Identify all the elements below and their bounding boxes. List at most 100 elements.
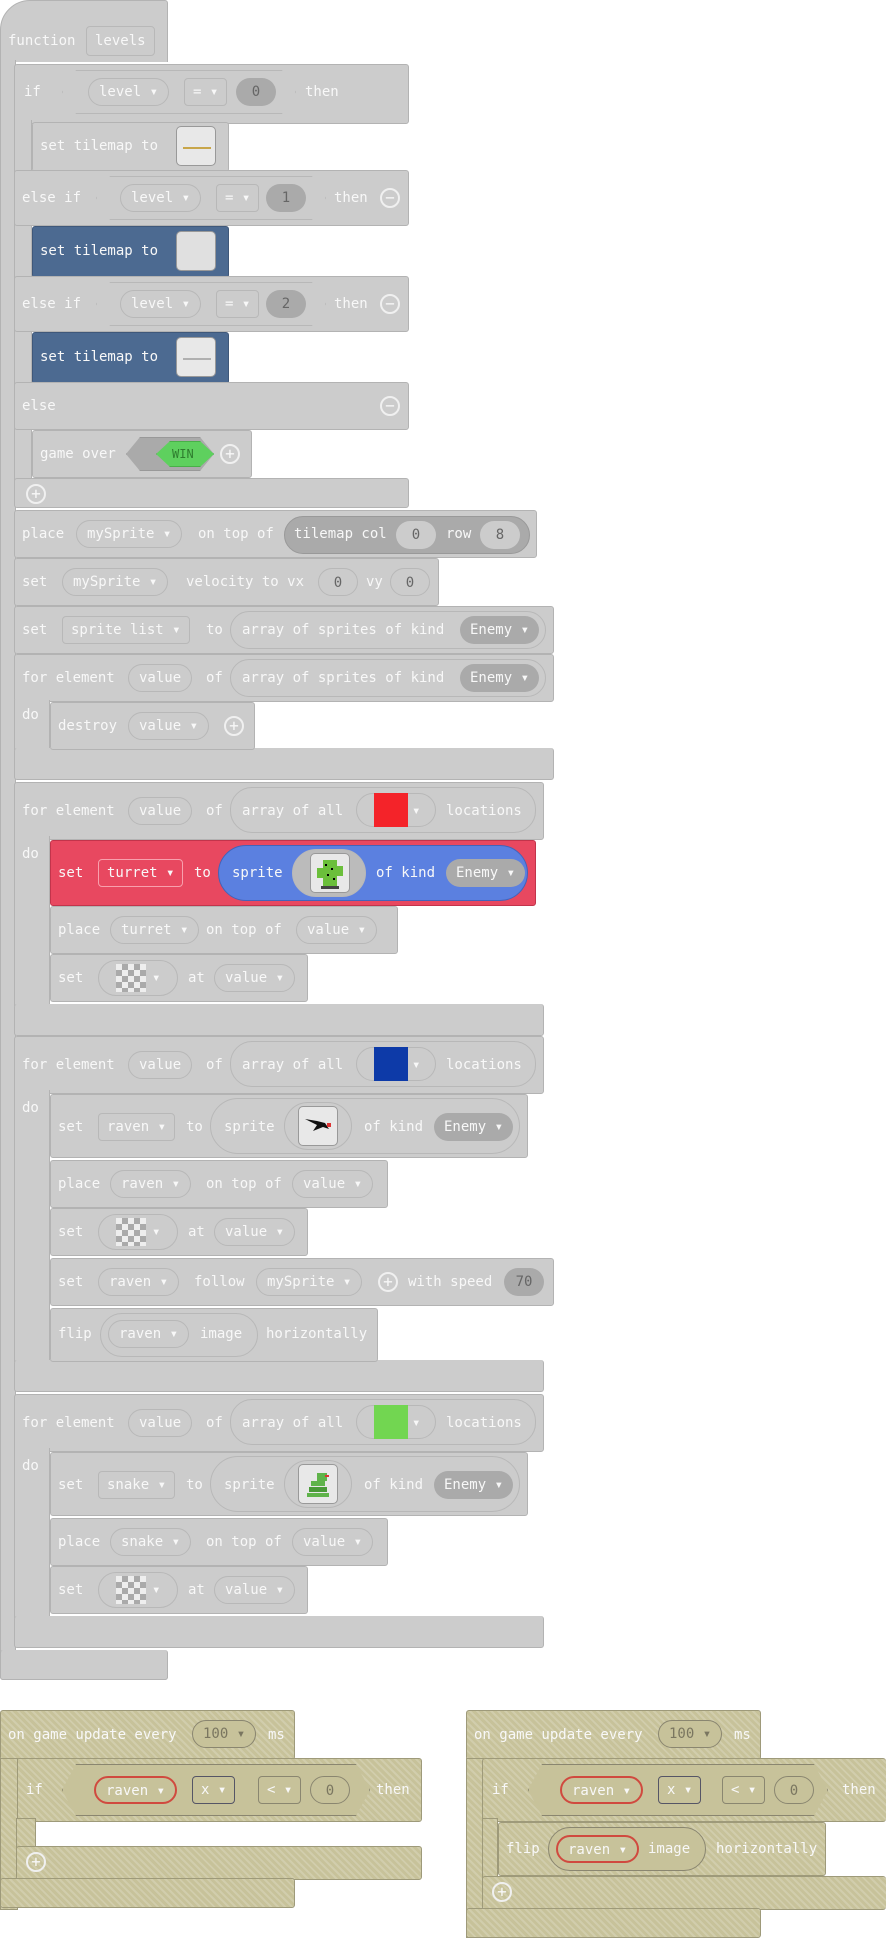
value-dropdown[interactable]: value (214, 964, 296, 992)
turret-variable-dropdown[interactable]: turret (98, 859, 184, 887)
level-variable-dropdown[interactable]: level (88, 78, 170, 106)
if-keyword: if (492, 1782, 509, 1798)
value-variable[interactable]: value (128, 1051, 193, 1079)
value-variable[interactable]: value (128, 1409, 193, 1437)
mysprite-dropdown[interactable]: mySprite (76, 520, 183, 548)
do-label: do (22, 1100, 39, 1116)
else-if-keyword: else if (22, 190, 82, 206)
destroy-value-dropdown[interactable]: value (128, 712, 210, 740)
kind-enemy-dropdown[interactable]: Enemy (446, 859, 526, 887)
turret-dropdown[interactable]: turret (110, 916, 200, 944)
snake-image[interactable] (298, 1464, 338, 1504)
turret-image[interactable] (310, 853, 350, 893)
raven-dropdown[interactable]: raven (110, 1170, 192, 1198)
sprite-list-dropdown[interactable]: sprite list (62, 616, 190, 644)
level-variable-dropdown[interactable]: level (120, 290, 202, 318)
do-label: do (22, 1458, 39, 1474)
set-tilemap-label: set tilemap to (40, 138, 159, 154)
else-block[interactable] (14, 382, 409, 430)
for-blue-spine (14, 1090, 50, 1362)
add-input-icon[interactable]: + (220, 444, 240, 464)
raven-dropdown[interactable]: raven (556, 1835, 640, 1863)
add-else-icon[interactable]: + (26, 1852, 46, 1872)
set-label: set (58, 865, 84, 881)
kind-enemy-dropdown[interactable]: Enemy (460, 616, 540, 644)
tilemap-row-value[interactable]: 8 (480, 521, 520, 549)
raven-dropdown[interactable]: raven (98, 1268, 180, 1296)
interval-dropdown[interactable]: 100 (658, 1720, 723, 1748)
compare-value[interactable]: 0 (236, 78, 276, 106)
add-input-icon[interactable]: + (224, 716, 244, 736)
property-x-dropdown[interactable]: x (192, 1776, 236, 1804)
kind-enemy-dropdown[interactable]: Enemy (434, 1471, 514, 1499)
set-label: set (58, 1477, 84, 1493)
property-x-dropdown[interactable]: x (658, 1776, 702, 1804)
chevron-down-icon: ▾ (412, 1057, 421, 1073)
horizontally-label: horizontally (266, 1326, 368, 1342)
cactus-turret-icon (317, 860, 343, 889)
operator-dropdown[interactable]: = (216, 290, 260, 318)
remove-branch-icon[interactable]: − (380, 188, 400, 208)
value-dropdown[interactable]: value (296, 916, 378, 944)
compare-value[interactable]: 2 (266, 290, 306, 318)
transparent-tile-icon (116, 1218, 146, 1246)
kind-enemy-dropdown[interactable]: Enemy (460, 664, 540, 692)
snake-dropdown[interactable]: snake (110, 1528, 192, 1556)
operator-dropdown[interactable]: = (216, 184, 260, 212)
value-dropdown[interactable]: value (214, 1576, 296, 1604)
raven-dropdown[interactable]: raven (108, 1320, 190, 1348)
mysprite-dropdown[interactable]: mySprite (256, 1268, 363, 1296)
level-variable-dropdown[interactable]: level (120, 184, 202, 212)
tilemap-thumbnail-1[interactable] (176, 126, 216, 166)
at-label: at (188, 1582, 205, 1598)
raven-image[interactable] (298, 1106, 338, 1146)
value-dropdown[interactable]: value (292, 1170, 374, 1198)
operator-dropdown[interactable]: < (722, 1776, 766, 1804)
raven-variable-dropdown[interactable]: raven (98, 1113, 176, 1141)
value-variable[interactable]: value (128, 664, 193, 692)
operator-dropdown[interactable]: < (258, 1776, 302, 1804)
with-speed-label: with speed (408, 1274, 493, 1290)
kind-enemy-dropdown[interactable]: Enemy (434, 1113, 514, 1141)
mysprite-dropdown[interactable]: mySprite (62, 568, 169, 596)
value-dropdown[interactable]: value (214, 1218, 296, 1246)
value-variable[interactable]: value (128, 797, 193, 825)
row-label: row (446, 526, 472, 542)
compare-value[interactable]: 0 (774, 1776, 814, 1804)
remove-branch-icon[interactable]: − (380, 294, 400, 314)
remove-branch-icon[interactable]: − (380, 396, 400, 416)
function-name-field[interactable]: levels (86, 26, 155, 56)
operator-dropdown[interactable]: = (184, 78, 228, 106)
raven-dropdown[interactable]: raven (94, 1776, 178, 1804)
compare-value[interactable]: 1 (266, 184, 306, 212)
compare-value[interactable]: 0 (310, 1776, 350, 1804)
tilemap-thumbnail-3[interactable] (176, 337, 216, 377)
for-red-footer (14, 1004, 544, 1036)
ms-label: ms (734, 1727, 751, 1743)
speed-value[interactable]: 70 (504, 1268, 544, 1296)
tilemap-col-value[interactable]: 0 (396, 521, 436, 549)
transparent-tile-icon (116, 1576, 146, 1604)
blue-tile-swatch (374, 1047, 408, 1081)
velocity-vy-value[interactable]: 0 (390, 568, 430, 596)
snake-variable-dropdown[interactable]: snake (98, 1471, 176, 1499)
to-label: to (186, 1119, 203, 1135)
set-label: set (58, 1582, 84, 1598)
add-else-icon[interactable]: + (492, 1882, 512, 1902)
add-input-icon[interactable]: + (378, 1272, 398, 1292)
velocity-vx-value[interactable]: 0 (318, 568, 358, 596)
of-label: of (206, 670, 223, 686)
snake-icon (307, 1473, 329, 1497)
then-label: then (334, 296, 368, 312)
do-label: do (22, 707, 39, 723)
set-tilemap-label: set tilemap to (40, 243, 159, 259)
place-label: place (58, 922, 101, 938)
raven-dropdown[interactable]: raven (560, 1776, 644, 1804)
value-dropdown[interactable]: value (292, 1528, 374, 1556)
add-else-if-icon[interactable]: + (26, 484, 46, 504)
destroy-label: destroy (58, 718, 118, 734)
red-tile-swatch (374, 793, 408, 827)
interval-dropdown[interactable]: 100 (192, 1720, 257, 1748)
tilemap-thumbnail-2[interactable] (176, 231, 216, 271)
chevron-down-icon: ▾ (412, 1415, 421, 1431)
